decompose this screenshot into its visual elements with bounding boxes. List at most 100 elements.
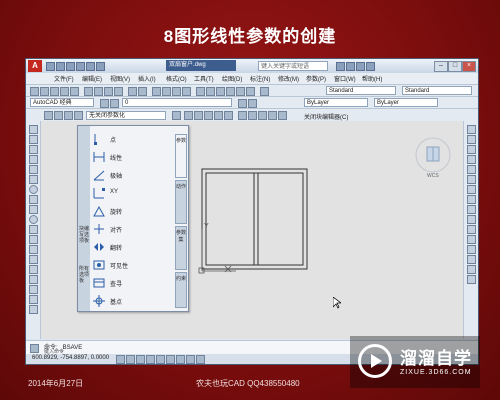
point-icon[interactable] [29,255,38,264]
plot-icon[interactable] [96,62,105,71]
revcloud-icon[interactable] [29,195,38,204]
geometric-constraint-icon[interactable] [194,111,203,120]
extend-icon[interactable] [467,225,476,234]
block-name-icon[interactable] [74,111,83,120]
properties-icon[interactable] [196,87,205,96]
region-icon[interactable] [29,285,38,294]
paste-icon[interactable] [104,87,113,96]
dimensional-constraint-icon[interactable] [204,111,213,120]
communication-center-icon[interactable] [346,62,355,71]
markup-icon[interactable] [236,87,245,96]
rotate-icon[interactable] [467,185,476,194]
redo-toolbar-icon[interactable] [138,87,147,96]
zoom-window-icon[interactable] [172,87,181,96]
menu-parametric[interactable]: 参数(P) [306,74,326,83]
spline-icon[interactable] [29,205,38,214]
maximize-button[interactable]: □ [448,61,462,72]
lineweight-icon[interactable] [196,355,205,364]
new-file-icon[interactable] [46,62,55,71]
color-select[interactable]: ByLayer [304,98,368,107]
drawing-canvas[interactable]: 块编写选项板 所有选项板 点 线性 极轴 XY 旋转 对齐 翻转 可见性 查寻 … [41,121,463,339]
help-icon[interactable] [366,62,375,71]
quickcalc-icon[interactable] [246,87,255,96]
constraint-state-select[interactable]: 无关闭参数化 [86,111,166,120]
show-constraints-icon[interactable] [214,111,223,120]
zoom-realtime-icon[interactable] [162,87,171,96]
zoom-previous-icon[interactable] [182,87,191,96]
visibility-states-icon[interactable] [278,111,287,120]
dynamic-ucs-icon[interactable] [176,355,185,364]
mirror-icon[interactable] [467,145,476,154]
grid-display-icon[interactable] [126,355,135,364]
chamfer-icon[interactable] [467,255,476,264]
text-style-select[interactable]: Standard [326,86,396,95]
pan-icon[interactable] [152,87,161,96]
trim-icon[interactable] [467,215,476,224]
workspace-select[interactable]: AutoCAD 经典 [30,98,94,107]
workspace-settings-icon[interactable] [100,99,109,108]
search-icon[interactable] [336,62,345,71]
menu-edit[interactable]: 编辑(E) [82,74,102,83]
viewcube[interactable]: WCS [413,133,453,183]
match-properties-icon[interactable] [114,87,123,96]
close-button[interactable]: × [462,61,476,72]
join-icon[interactable] [467,245,476,254]
undo-icon[interactable] [76,62,85,71]
scale-icon[interactable] [467,195,476,204]
save-block-as-icon[interactable] [64,111,73,120]
authoring-palettes-icon[interactable] [258,111,267,120]
save-icon[interactable] [66,62,75,71]
preview-icon[interactable] [70,87,79,96]
ellipse-icon[interactable] [29,215,38,224]
menu-window[interactable]: 窗口(W) [334,74,356,83]
window-drawing[interactable] [41,121,463,339]
circle-icon[interactable] [29,185,38,194]
print-icon[interactable] [60,87,69,96]
array-icon[interactable] [467,165,476,174]
line-tool-icon[interactable] [29,125,38,134]
test-block-icon[interactable] [172,111,181,120]
parameters-manager-icon[interactable] [268,111,277,120]
close-block-editor-button[interactable]: 关闭块编辑器(C) [304,112,348,121]
break-icon[interactable] [467,235,476,244]
design-center-icon[interactable] [206,87,215,96]
attribute-definition-icon[interactable] [248,111,257,120]
redo-icon[interactable] [86,62,95,71]
help-toolbar-icon[interactable] [260,87,269,96]
polygon-icon[interactable] [29,155,38,164]
menu-modify[interactable]: 修改(M) [278,74,299,83]
menu-draw[interactable]: 绘图(D) [222,74,242,83]
rectangle-icon[interactable] [29,165,38,174]
undo-toolbar-icon[interactable] [128,87,137,96]
autocad-logo-icon[interactable]: A [28,60,42,72]
copy-object-icon[interactable] [467,135,476,144]
object-snap-icon[interactable] [156,355,165,364]
layer-previous-icon[interactable] [248,99,257,108]
hatch-icon[interactable] [29,265,38,274]
search-input[interactable]: 键入关键字或短语 [258,61,328,71]
command-line-close-icon[interactable] [30,344,39,353]
block-table-icon[interactable] [238,111,247,120]
explode-icon[interactable] [467,275,476,284]
open-file-icon[interactable] [56,62,65,71]
menu-help[interactable]: 帮助(H) [362,74,382,83]
construction-line-icon[interactable] [29,135,38,144]
gradient-icon[interactable] [29,275,38,284]
arc-icon[interactable] [29,175,38,184]
open-icon[interactable] [40,87,49,96]
menu-tools[interactable]: 工具(T) [194,74,214,83]
edit-block-icon[interactable] [44,111,53,120]
favorites-icon[interactable] [356,62,365,71]
save-block-icon[interactable] [54,111,63,120]
menu-insert[interactable]: 插入(I) [138,74,156,83]
layer-select[interactable]: 0 [122,98,232,107]
move-icon[interactable] [467,175,476,184]
multiline-text-icon[interactable] [29,305,38,314]
offset-icon[interactable] [467,155,476,164]
stretch-icon[interactable] [467,205,476,214]
minimize-button[interactable]: – [434,61,448,72]
auto-constrain-icon[interactable] [184,111,193,120]
menu-view[interactable]: 视图(V) [110,74,130,83]
dim-style-select[interactable]: Standard [402,86,472,95]
menu-file[interactable]: 文件(F) [54,74,74,83]
